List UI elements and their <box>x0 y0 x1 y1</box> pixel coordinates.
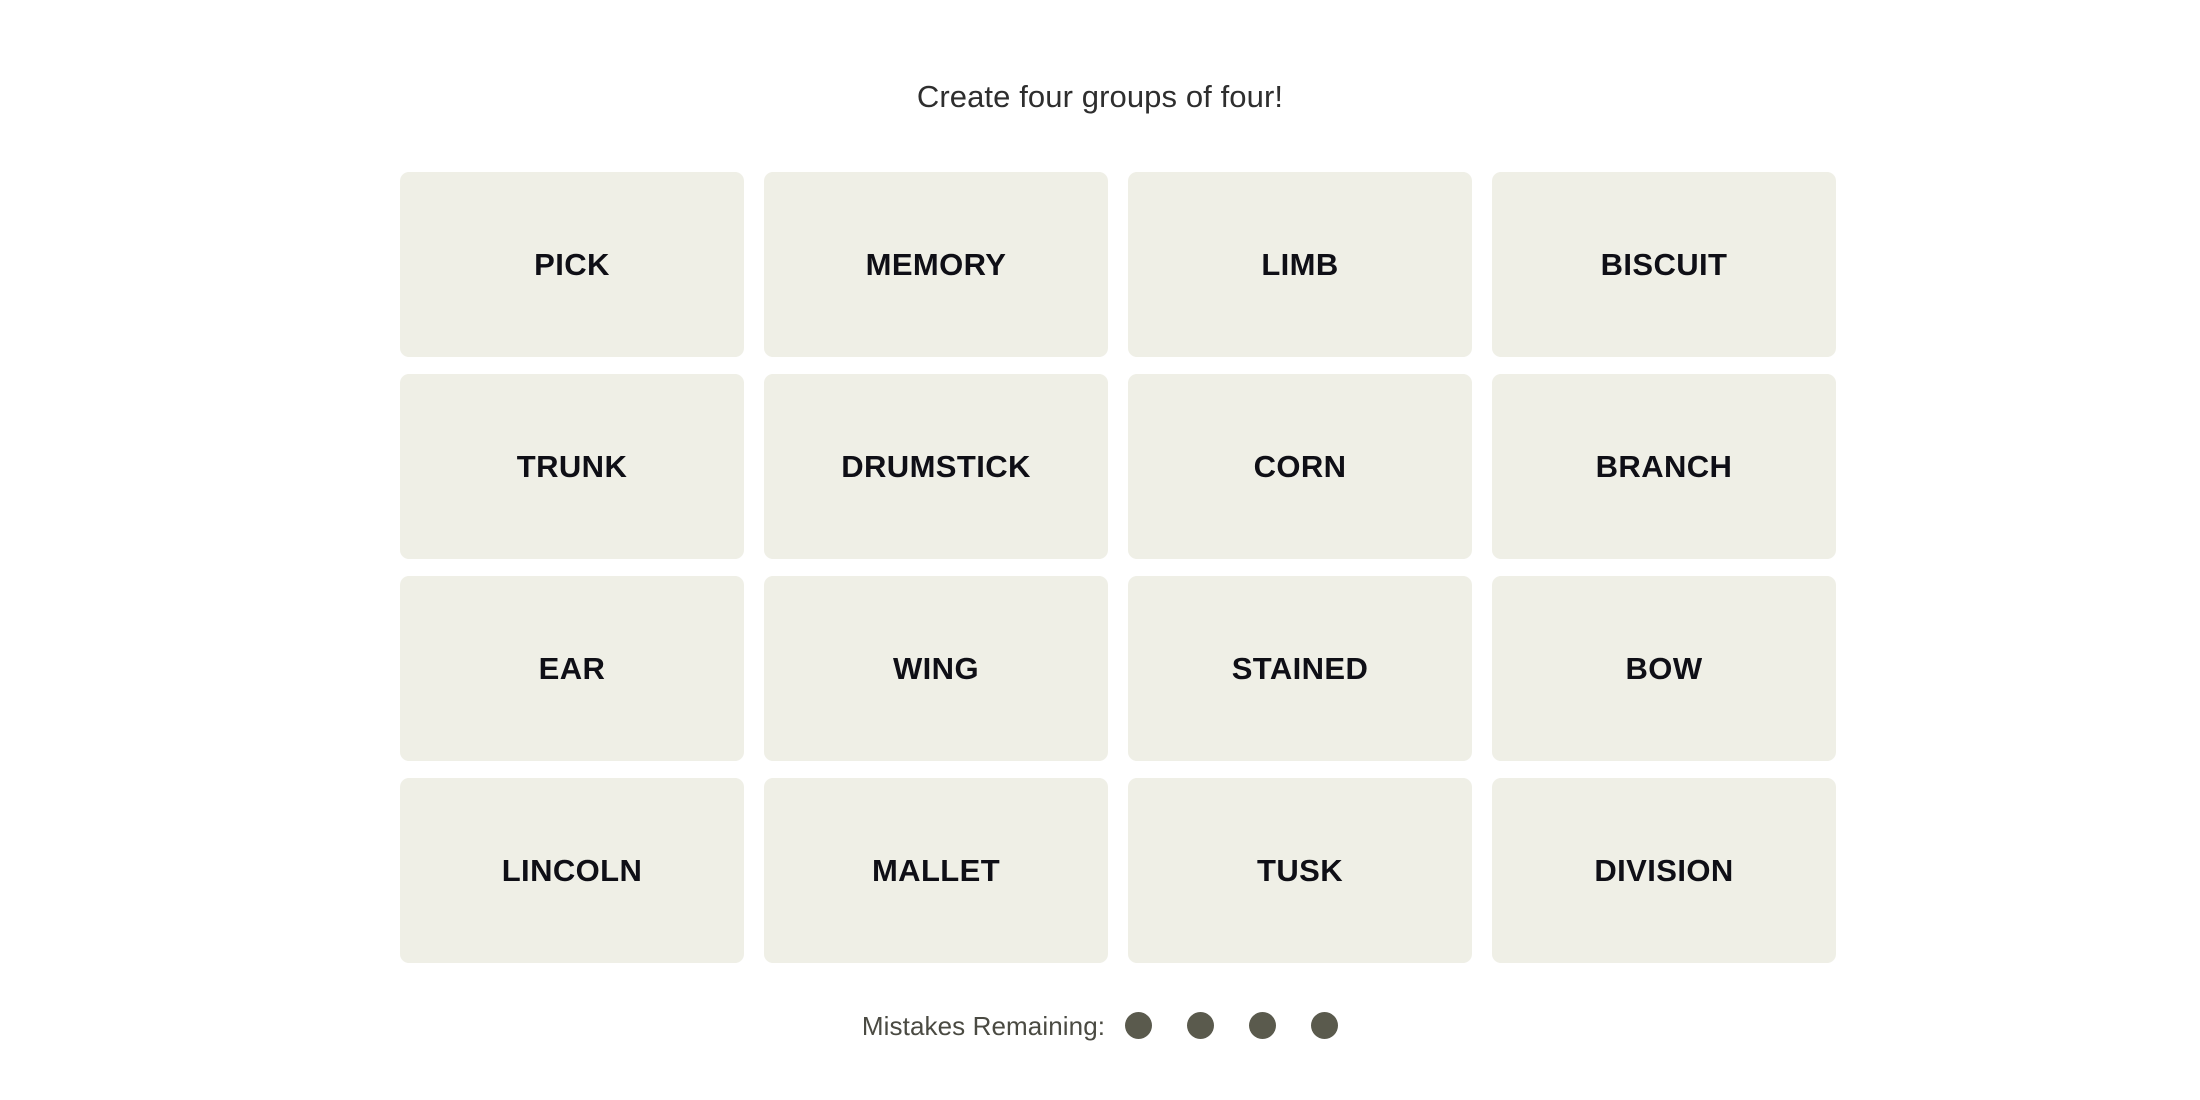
word-tile[interactable]: PICK <box>400 172 744 357</box>
mistakes-remaining-row: Mistakes Remaining: <box>0 1012 2200 1039</box>
word-tile[interactable]: CORN <box>1128 374 1472 559</box>
mistakes-dots <box>1125 1012 1339 1039</box>
word-tile[interactable]: TUSK <box>1128 778 1472 963</box>
word-tile-label: TUSK <box>1257 853 1343 888</box>
page-title: Create four groups of four! <box>916 79 1284 114</box>
word-tile[interactable]: DIVISION <box>1492 778 1836 963</box>
word-tile[interactable]: BOW <box>1492 576 1836 761</box>
word-tile[interactable]: EAR <box>400 576 744 761</box>
word-grid-container: PICK MEMORY LIMB BISCUIT TRUNK DRUMSTICK CORN B… <box>400 172 1836 963</box>
word-tile[interactable]: BISCUIT <box>1492 172 1836 357</box>
page-header: Create four groups of four! <box>0 78 2200 115</box>
word-tile-label: BISCUIT <box>1600 247 1728 282</box>
mistake-dot-4 <box>1311 1012 1339 1039</box>
word-tile-label: EAR <box>538 651 606 686</box>
mistake-dot-3 <box>1249 1012 1277 1039</box>
word-tile-label: BRANCH <box>1595 449 1733 484</box>
word-tile[interactable]: MALLET <box>764 778 1108 963</box>
word-tile[interactable]: STAINED <box>1128 576 1472 761</box>
word-tile[interactable]: DRUMSTICK <box>764 374 1108 559</box>
word-tile[interactable]: MEMORY <box>764 172 1108 357</box>
mistake-dot-1 <box>1125 1012 1153 1039</box>
connections-game-page: Create four groups of four! PICK MEMORY LI… <box>0 0 2200 1100</box>
word-tile-label: STAINED <box>1231 651 1369 686</box>
word-tile-label: PICK <box>534 247 610 282</box>
mistakes-remaining-label: Mistakes Remaining: <box>861 1010 1106 1041</box>
word-tile[interactable]: WING <box>764 576 1108 761</box>
word-tile-label: LIMB <box>1261 247 1339 282</box>
word-tile-label: DRUMSTICK <box>841 449 1031 484</box>
word-tile[interactable]: LIMB <box>1128 172 1472 357</box>
word-tile-label: LINCOLN <box>501 853 643 888</box>
word-tile[interactable]: TRUNK <box>400 374 744 559</box>
word-tile-label: CORN <box>1253 449 1347 484</box>
word-tile-label: WING <box>893 651 979 686</box>
word-tile-label: BOW <box>1625 651 1703 686</box>
word-tile-label: MALLET <box>871 853 1001 888</box>
word-tile-label: DIVISION <box>1594 853 1734 888</box>
word-tile-label: MEMORY <box>865 247 1007 282</box>
word-grid: PICK MEMORY LIMB BISCUIT TRUNK DRUMSTICK CORN B… <box>400 172 1836 963</box>
word-tile[interactable]: BRANCH <box>1492 374 1836 559</box>
word-tile-label: TRUNK <box>516 449 628 484</box>
mistake-dot-2 <box>1187 1012 1215 1039</box>
word-tile[interactable]: LINCOLN <box>400 778 744 963</box>
